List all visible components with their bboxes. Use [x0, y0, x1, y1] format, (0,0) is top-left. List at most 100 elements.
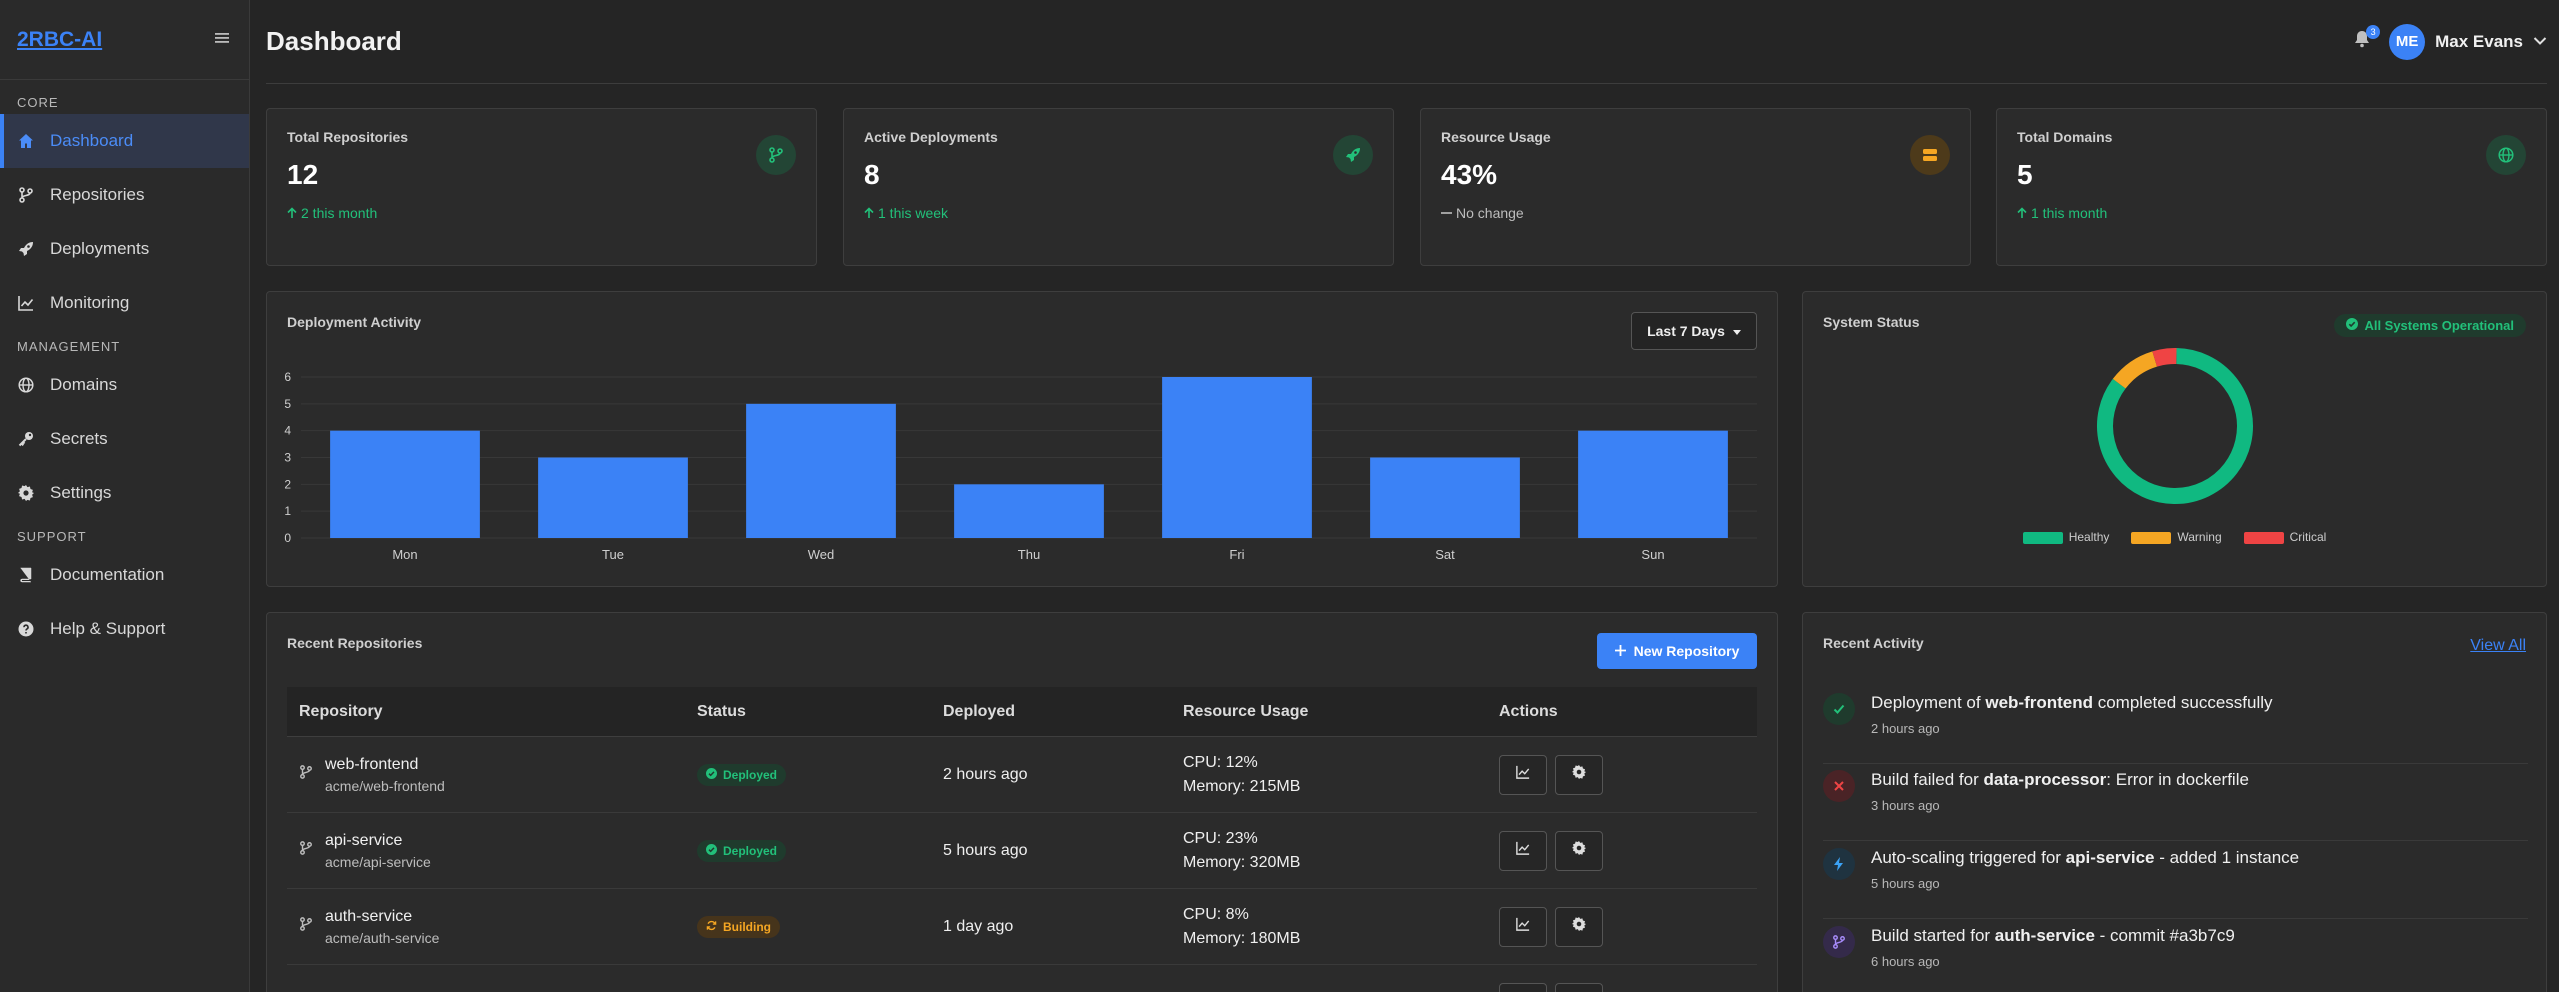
bar-thu[interactable] — [954, 484, 1104, 538]
activity-item[interactable]: Auto-scaling triggered for api-service -… — [1823, 842, 2528, 919]
menu-toggle-icon[interactable] — [215, 28, 229, 51]
legend-swatch — [2243, 531, 2284, 544]
sidebar-item-repositories[interactable]: Repositories — [0, 168, 249, 222]
activity-item[interactable]: Build started for auth-service - commit … — [1823, 920, 2528, 992]
deployment-bar-chart: 0 1 2 3 4 5 6 Mon Tue Wed Thu Fri Sat Sun — [284, 370, 1757, 562]
arrow-up-icon — [864, 205, 878, 221]
settings-button[interactable] — [1555, 830, 1603, 871]
status-label: All Systems Operational — [2364, 318, 2514, 333]
repo-info: web-frontend acme/web-frontend — [299, 756, 697, 794]
monitor-button[interactable] — [1499, 830, 1547, 871]
bar-mon[interactable] — [330, 430, 480, 538]
stat-value: 5 — [2017, 159, 2033, 190]
server-icon — [1910, 135, 1950, 175]
bar-fri[interactable] — [1162, 377, 1312, 538]
repo-name[interactable]: api-service — [325, 832, 431, 850]
table-row[interactable]: data-processorCPU: 5% — [287, 965, 1757, 992]
settings-button[interactable] — [1555, 982, 1603, 992]
status-label: Deployed — [723, 767, 778, 782]
donut-segment-critical[interactable] — [2152, 348, 2177, 367]
sidebar-item-monitoring[interactable]: Monitoring — [0, 276, 249, 330]
stat-change: 1 this month — [2017, 205, 2526, 221]
bar-wed[interactable] — [746, 403, 896, 538]
repo-cell: auth-service acme/auth-service — [287, 908, 697, 946]
repo-path: acme/web-frontend — [325, 777, 445, 794]
activity-text-pre: Build started for — [1871, 926, 1995, 945]
gear-icon — [18, 485, 34, 501]
x-tick-label: Sat — [1435, 547, 1455, 562]
view-all-link[interactable]: View All — [2470, 637, 2526, 655]
activity-time: 3 hours ago — [1871, 798, 1940, 813]
monitor-button[interactable] — [1499, 982, 1547, 992]
sidebar-item-domains[interactable]: Domains — [0, 358, 249, 412]
sidebar-item-documentation[interactable]: Documentation — [0, 548, 249, 602]
chart-line-icon — [1516, 917, 1530, 936]
repo-path: acme/api-service — [325, 853, 431, 870]
cpu-usage: CPU: 12% — [1183, 753, 1258, 771]
repo-text: api-service acme/api-service — [325, 832, 431, 870]
system-status-title: System Status — [1823, 314, 1920, 330]
repo-name[interactable]: auth-service — [325, 908, 439, 926]
bar-sat[interactable] — [1370, 457, 1520, 539]
table-row[interactable]: api-service acme/api-service Deployed 5 hou… — [287, 813, 1757, 889]
notifications-button[interactable]: 3 — [2351, 24, 2381, 53]
stat-change: 2 this month — [287, 205, 796, 221]
status-cell: Building — [697, 915, 943, 938]
book-icon — [18, 567, 34, 583]
cpu-usage: CPU: 23% — [1183, 829, 1258, 847]
activity-text: Build failed for data-processor: Error i… — [1871, 770, 2249, 790]
settings-button[interactable] — [1555, 906, 1603, 947]
status-label: Building — [723, 919, 771, 934]
key-icon — [18, 431, 34, 447]
stat-card-active-deployments: Active Deployments 8 1 this week — [843, 108, 1394, 266]
brand-logo[interactable]: 2RBC-AI — [17, 28, 102, 52]
sidebar-item-settings[interactable]: Settings — [0, 466, 249, 520]
rocket-icon — [1333, 135, 1373, 175]
user-menu[interactable]: ME Max Evans — [2389, 23, 2547, 60]
arrow-up-icon — [2017, 205, 2031, 221]
status-cell: Deployed — [697, 839, 943, 862]
settings-button[interactable] — [1555, 754, 1603, 795]
repo-name[interactable]: web-frontend — [325, 756, 445, 774]
table-row[interactable]: auth-service acme/auth-service Building 1 d… — [287, 889, 1757, 965]
monitor-button[interactable] — [1499, 906, 1547, 947]
branch-icon — [299, 764, 313, 785]
new-repository-button[interactable]: New Repository — [1597, 633, 1757, 669]
donut-segment-warning[interactable] — [2112, 351, 2158, 389]
monitor-button[interactable] — [1499, 754, 1547, 795]
table-body: web-frontend acme/web-frontend Deployed 2 h… — [287, 737, 1757, 992]
actions-cell — [1499, 830, 1757, 871]
activity-item[interactable]: Deployment of web-frontend completed suc… — [1823, 687, 2528, 764]
status-badge: Building — [697, 915, 780, 938]
table-row[interactable]: web-frontend acme/web-frontend Deployed 2 h… — [287, 737, 1757, 813]
dash-icon — [1441, 205, 1456, 221]
bolt-icon — [1823, 848, 1855, 880]
status-badge: Deployed — [697, 839, 787, 862]
repo-text: auth-service acme/auth-service — [325, 908, 439, 946]
legend-label: Healthy — [2068, 530, 2110, 544]
activity-item[interactable]: Build failed for data-processor: Error i… — [1823, 764, 2528, 841]
repo-info: api-service acme/api-service — [299, 832, 697, 870]
x-icon — [1823, 770, 1855, 802]
check-circle-icon — [706, 843, 717, 858]
activity-text-post: completed successfully — [2093, 693, 2273, 712]
bar-sun[interactable] — [1578, 430, 1728, 538]
stat-card-total-domains: Total Domains 5 1 this month — [1996, 108, 2547, 266]
x-tick-label: Sun — [1641, 547, 1664, 562]
stat-card-resource-usage: Resource Usage 43% No change — [1420, 108, 1971, 266]
system-status-donut — [2097, 348, 2253, 504]
sidebar-item-deployments[interactable]: Deployments — [0, 222, 249, 276]
sidebar: 2RBC-AI CORE Dashboard Repositories Deploym… — [0, 0, 250, 992]
plus-icon — [1614, 643, 1626, 659]
sidebar-item-label: Secrets — [50, 429, 108, 448]
stat-card-total-repositories: Total Repositories 12 2 this month — [266, 108, 817, 266]
sidebar-item-help-support[interactable]: Help & Support — [0, 602, 249, 656]
sidebar-item-dashboard[interactable]: Dashboard — [0, 114, 249, 168]
deployed-cell: 5 hours ago — [943, 841, 1028, 859]
stat-value: 12 — [287, 159, 319, 190]
memory-usage: Memory: 320MB — [1183, 853, 1301, 871]
check-circle-icon — [706, 767, 717, 782]
bar-tue[interactable] — [538, 457, 688, 539]
sidebar-item-secrets[interactable]: Secrets — [0, 412, 249, 466]
activity-text-post: - added 1 instance — [2154, 848, 2300, 867]
